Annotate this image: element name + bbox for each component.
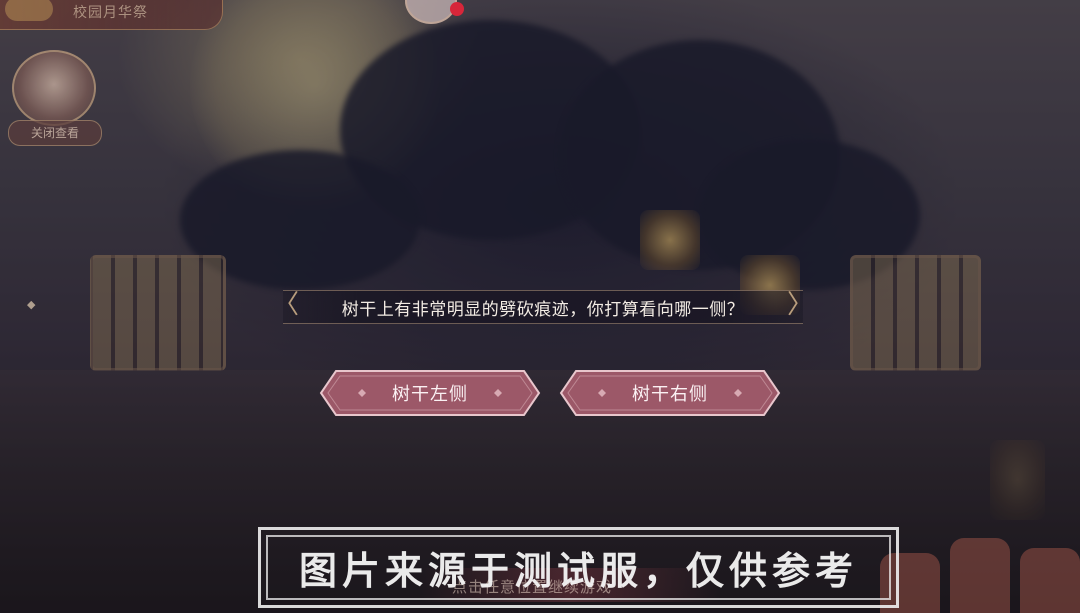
choice-button-right[interactable]: 树干右侧 <box>558 368 782 418</box>
choice-label: 树干右侧 <box>632 384 708 405</box>
watermark-frame: 图片来源于测试服，仅供参考 <box>258 527 899 608</box>
choice-button-left[interactable]: 树干左侧 <box>318 368 542 418</box>
bracket-left-icon: 〈 <box>273 290 300 320</box>
notification-dot <box>450 2 464 16</box>
character-figure <box>950 538 1010 613</box>
character-figure <box>1020 548 1080 613</box>
event-icon <box>5 0 53 21</box>
event-banner[interactable]: 校园月华祭 <box>0 0 223 30</box>
dialog-question: 树干上有非常明显的劈砍痕迹，你打算看向哪一侧？ <box>341 299 745 320</box>
dialog-question-bar: 〈 树干上有非常明显的劈砍痕迹，你打算看向哪一侧？ 〉 <box>273 290 813 324</box>
diamond-marker-icon: ◆ <box>27 298 36 311</box>
bracket-right-icon: 〉 <box>786 290 813 320</box>
choice-label: 树干左侧 <box>392 384 468 405</box>
avatar[interactable] <box>12 50 96 126</box>
event-banner-label: 校园月华祭 <box>73 5 148 21</box>
watermark-text: 图片来源于测试服，仅供参考 <box>298 549 858 593</box>
avatar-label[interactable]: 关闭查看 <box>8 120 102 146</box>
